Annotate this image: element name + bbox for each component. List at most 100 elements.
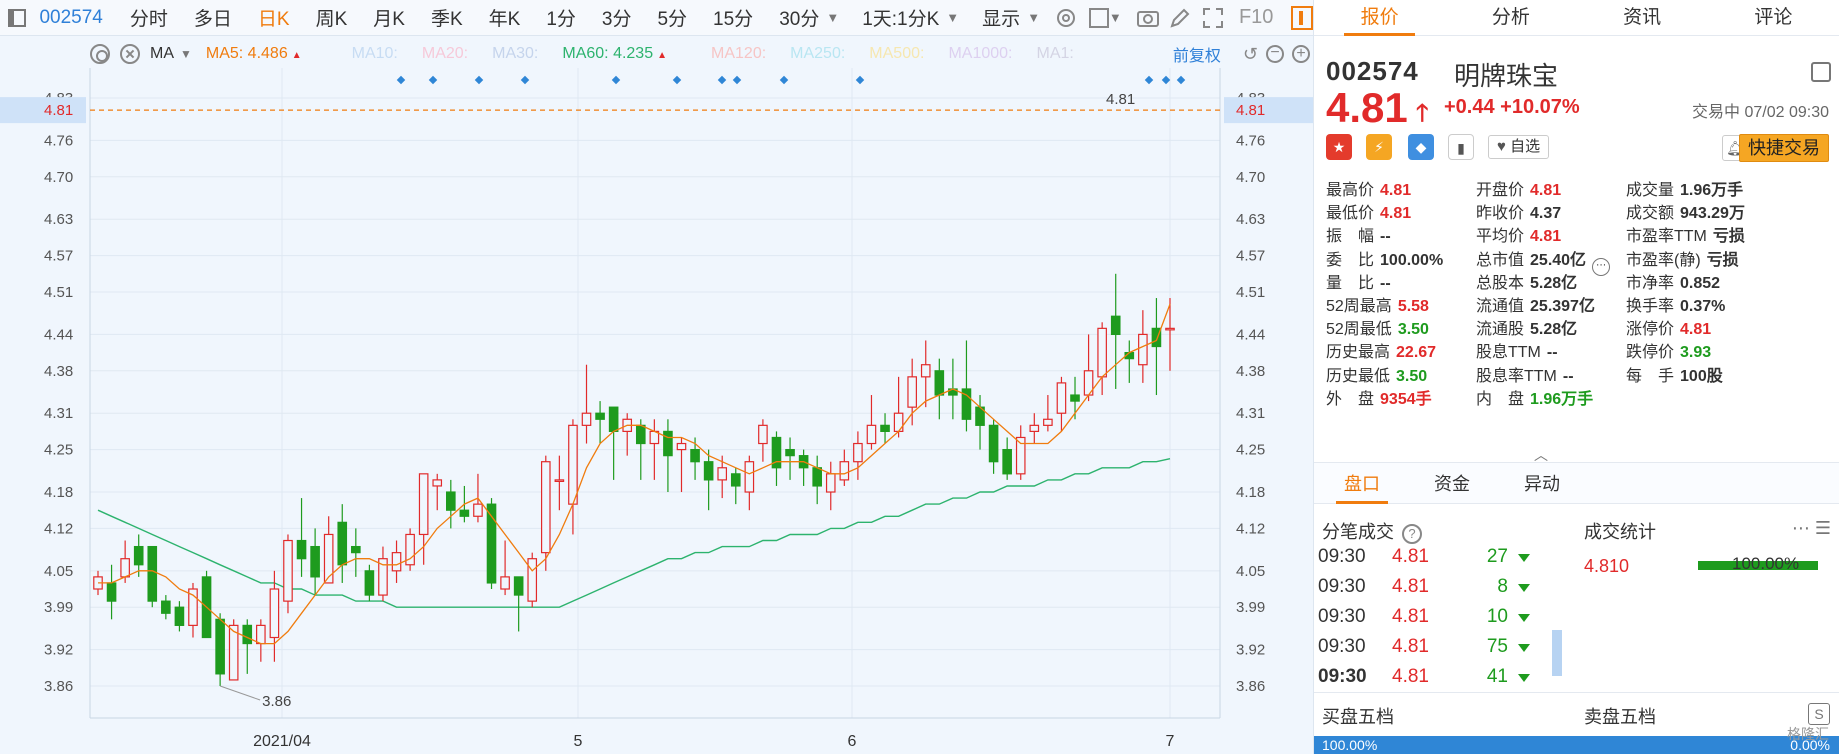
display-menu[interactable]: 显示 bbox=[982, 4, 1020, 31]
chevron-down-icon[interactable]: ▼ bbox=[946, 10, 959, 25]
subtab-movements[interactable]: 异动 bbox=[1500, 463, 1584, 503]
stat-cell: 昨收价 4.37 bbox=[1476, 205, 1562, 223]
subtab-orderbook[interactable]: 盘口 bbox=[1320, 463, 1404, 504]
chevron-down-icon[interactable]: ▼ bbox=[1027, 10, 1040, 25]
stat-cell: 流通值 25.397亿 bbox=[1476, 298, 1595, 315]
toggle-sidebar-icon[interactable] bbox=[0, 0, 33, 36]
ma250-value: MA250: bbox=[790, 45, 846, 62]
tab-quote[interactable]: 报价 bbox=[1314, 0, 1445, 36]
range-select[interactable]: 1天:1分K bbox=[862, 4, 939, 31]
y-tick-label-left: 4.25 bbox=[44, 442, 73, 459]
period-1min[interactable]: 1分 bbox=[546, 4, 576, 31]
china-flag-icon[interactable]: ★ bbox=[1326, 134, 1352, 160]
period-month-k[interactable]: 月K bbox=[373, 4, 405, 31]
y-tick-label-right: 4.31 bbox=[1236, 405, 1265, 422]
y-tick-label-right: 4.05 bbox=[1236, 563, 1265, 580]
stat-cell: 市盈率(静) 亏损 bbox=[1626, 251, 1739, 269]
stat-cell: 涨停价 4.81 bbox=[1626, 321, 1712, 339]
y-tick-label-right: 4.44 bbox=[1236, 326, 1265, 343]
zoom-out-icon[interactable]: − bbox=[1266, 45, 1284, 63]
period-fenshi[interactable]: 分时 bbox=[130, 4, 168, 31]
dollar-icon[interactable]: S bbox=[1808, 703, 1830, 725]
stock-code[interactable]: 002574 bbox=[39, 7, 102, 29]
undo-icon[interactable]: ↺ bbox=[1243, 44, 1258, 65]
chevron-down-icon[interactable]: ▼ bbox=[180, 47, 192, 61]
y-tick-label-right: 4.51 bbox=[1236, 284, 1265, 301]
y-tick-label-left: 4.05 bbox=[44, 563, 73, 580]
kline-chart[interactable]: 4.834.834.764.764.704.704.634.634.574.57… bbox=[0, 68, 1313, 754]
ma1-value: MA1: bbox=[1036, 45, 1074, 62]
buy-sell-ratio-bar: 100.00% 0.00% bbox=[1314, 736, 1839, 754]
period-5min[interactable]: 5分 bbox=[657, 4, 687, 31]
low-annotation: 3.86 bbox=[262, 693, 291, 710]
book-icon[interactable] bbox=[1811, 62, 1831, 82]
add-favorite-button[interactable]: ♥ 自选 bbox=[1488, 135, 1550, 159]
y-tick-label-right: 4.76 bbox=[1236, 132, 1265, 149]
x-tick-label: 5 bbox=[574, 733, 583, 750]
period-30min[interactable]: 30分 bbox=[779, 4, 819, 31]
y-tick-label-right: 4.57 bbox=[1236, 248, 1265, 265]
chevron-down-icon[interactable]: ▼ bbox=[1109, 10, 1122, 25]
f10-button[interactable]: F10 bbox=[1239, 6, 1273, 29]
y-tick-label-left: 4.76 bbox=[44, 132, 73, 149]
subtab-funds[interactable]: 资金 bbox=[1410, 463, 1494, 503]
bookmark-icon[interactable]: ▮ bbox=[1448, 134, 1474, 160]
arrow-down-icon bbox=[1518, 644, 1530, 652]
lightning-icon[interactable]: ⚡ bbox=[1366, 134, 1392, 160]
period-day-k[interactable]: 日K bbox=[258, 4, 290, 31]
camera-icon[interactable] bbox=[1135, 3, 1161, 33]
period-quarter-k[interactable]: 季K bbox=[431, 4, 463, 31]
period-duori[interactable]: 多日 bbox=[194, 4, 232, 31]
ma20-value: MA20: bbox=[421, 45, 469, 62]
ma-settings-icon[interactable] bbox=[90, 44, 110, 64]
y-tick-label-left: 4.57 bbox=[44, 248, 73, 265]
tab-analysis[interactable]: 分析 bbox=[1445, 0, 1576, 35]
stat-cell: 52周最低 3.50 bbox=[1326, 321, 1429, 339]
period-3min[interactable]: 3分 bbox=[602, 4, 632, 31]
candle[interactable] bbox=[147, 545, 158, 608]
tab-news[interactable]: 资讯 bbox=[1577, 0, 1708, 35]
period-week-k[interactable]: 周K bbox=[316, 4, 348, 31]
period-year-k[interactable]: 年K bbox=[489, 4, 521, 31]
arrow-down-icon bbox=[1518, 584, 1530, 592]
stat-price: 4.810 bbox=[1584, 556, 1630, 576]
help-icon[interactable]: ? bbox=[1402, 524, 1422, 544]
tick-row: 09:30 4.81 8 bbox=[1318, 576, 1548, 604]
adjust-button[interactable]: 前复权 bbox=[1173, 42, 1221, 66]
stat-cell: 成交量 1.96万手 bbox=[1626, 182, 1744, 199]
chart-background bbox=[0, 68, 1313, 754]
tab-comments[interactable]: 评论 bbox=[1708, 0, 1839, 35]
candle[interactable] bbox=[405, 528, 415, 571]
fullscreen-icon[interactable] bbox=[1200, 3, 1226, 33]
tag-icon[interactable]: ◆ bbox=[1408, 134, 1434, 160]
stat-cell: 最高价 4.81 bbox=[1326, 182, 1412, 199]
stat-row: 历史最低 3.50 股息率TTM -- 每 手 100股 bbox=[1326, 362, 1836, 385]
stat-cell: 总股本 5.28亿 bbox=[1476, 274, 1578, 292]
quick-trade-button[interactable]: 快捷交易 bbox=[1739, 134, 1829, 162]
scroll-indicator[interactable] bbox=[1552, 630, 1562, 676]
ma-close-icon[interactable] bbox=[120, 44, 140, 64]
ma500-value: MA500: bbox=[869, 45, 925, 62]
gear-icon[interactable] bbox=[1053, 3, 1079, 33]
tick-row: 09:30 4.81 41 bbox=[1318, 666, 1548, 694]
y-tick-label-right: 4.18 bbox=[1236, 484, 1265, 501]
y-tick-label-left: 4.44 bbox=[44, 326, 73, 343]
more-icon[interactable]: ⋯ ☰ bbox=[1792, 518, 1831, 539]
period-15min[interactable]: 15分 bbox=[713, 4, 753, 31]
ma-selector[interactable]: MA bbox=[150, 45, 174, 63]
ma5-value: MA5: 4.486 ▲ bbox=[205, 45, 302, 62]
price-row: 4.81 🡑 +0.44 +10.07% 交易中 07/02 09:30 bbox=[1326, 84, 1831, 131]
candle[interactable] bbox=[283, 534, 293, 614]
pen-icon[interactable] bbox=[1167, 3, 1193, 33]
stat-cell: 委 比 100.00% bbox=[1326, 251, 1444, 269]
stat-cell: 每 手 100股 bbox=[1626, 367, 1723, 385]
y-tick-label-right: 3.92 bbox=[1236, 642, 1265, 659]
zoom-in-icon[interactable]: + bbox=[1292, 45, 1310, 63]
price-tag-left-text: 4.81 bbox=[44, 102, 73, 119]
layout-toggle-icon[interactable] bbox=[1291, 5, 1314, 30]
candle[interactable] bbox=[527, 552, 538, 608]
chart-toolbar: 002574 分时 多日 日K 周K 月K 季K 年K 1分 3分 5分 15分… bbox=[0, 0, 1314, 36]
stat-row: 委 比 100.00% 总市值 25.40亿 ⋯ 市盈率(静) 亏损 bbox=[1326, 246, 1836, 276]
y-tick-label-left: 3.92 bbox=[44, 642, 73, 659]
chevron-down-icon[interactable]: ▼ bbox=[826, 10, 839, 25]
